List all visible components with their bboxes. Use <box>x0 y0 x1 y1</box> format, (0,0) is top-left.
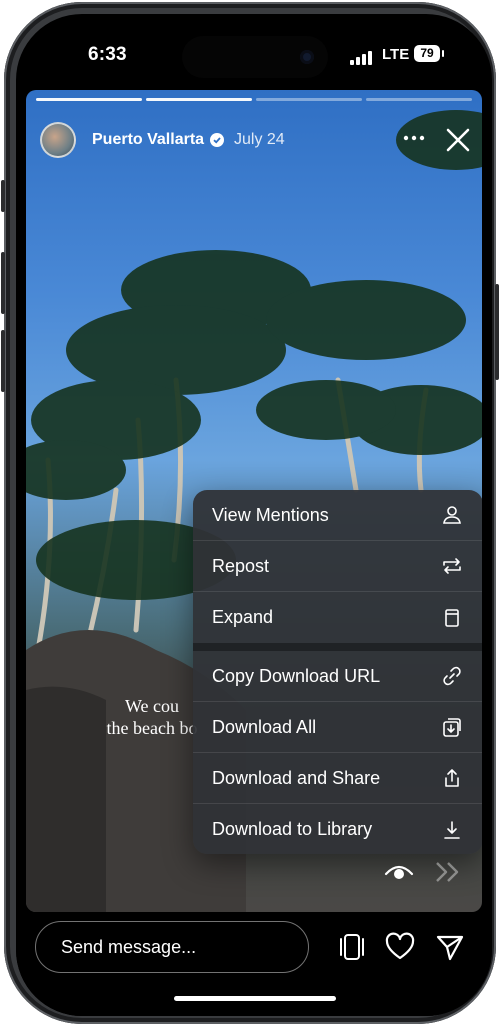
person-icon <box>443 506 461 524</box>
camera <box>300 50 314 64</box>
menu-item-label: Copy Download URL <box>212 665 381 686</box>
network-label: LTE <box>382 46 410 63</box>
status-time: 6:33 <box>88 44 127 65</box>
menu-item-label: Expand <box>212 607 274 627</box>
menu-item-download-to-library[interactable]: Download to Library <box>193 804 482 854</box>
close-icon[interactable] <box>444 126 472 154</box>
story-progress <box>36 98 472 101</box>
menu-item-repost[interactable]: Repost <box>193 541 482 592</box>
story-date: July 24 <box>234 131 285 148</box>
menu-item-download-all[interactable]: Download All <box>193 702 482 753</box>
download-all-icon <box>443 718 461 737</box>
bottom-bar: Send message... <box>16 912 492 1016</box>
cards-icon[interactable] <box>336 931 368 963</box>
more-options-icon[interactable] <box>400 126 428 150</box>
menu-item-download-and-share[interactable]: Download and Share <box>193 753 482 804</box>
menu-item-label: Download All <box>212 716 317 737</box>
volume-up-button <box>1 252 5 314</box>
expand-icon <box>445 608 459 627</box>
menu-item-expand[interactable]: Expand <box>193 592 482 643</box>
menu-item-view-mentions[interactable]: View Mentions <box>193 490 482 541</box>
action-button <box>1 180 5 212</box>
account-name[interactable]: Puerto Vallarta <box>92 131 204 149</box>
story-viewer[interactable]: Puerto Vallarta July 24 We cou the beach… <box>26 90 482 912</box>
share-icon <box>445 769 459 787</box>
menu-item-label: View Mentions <box>212 504 329 525</box>
message-input[interactable]: Send message... <box>35 921 309 973</box>
menu-item-label: Repost <box>212 555 270 576</box>
menu-item-copy-download-url[interactable]: Copy Download URL <box>193 651 482 702</box>
verified-badge-icon <box>210 133 224 147</box>
heart-icon[interactable] <box>384 931 416 963</box>
power-button <box>495 284 499 380</box>
eye-icon[interactable] <box>384 860 414 884</box>
menu-separator <box>193 643 482 651</box>
signal-icon <box>350 51 372 65</box>
screen: 6:33 LTE 79 Puerto Vallarta July 24 We c… <box>16 14 492 1016</box>
send-icon[interactable] <box>434 931 466 963</box>
fast-forward-icon[interactable] <box>434 860 466 884</box>
dynamic-island <box>182 36 328 78</box>
download-icon <box>444 820 460 839</box>
phone-frame: 6:33 LTE 79 Puerto Vallarta July 24 We c… <box>1 2 499 1024</box>
volume-down-button <box>1 330 5 392</box>
repost-icon <box>443 558 461 574</box>
link-icon <box>443 666 461 686</box>
home-indicator[interactable] <box>174 996 336 1001</box>
avatar[interactable] <box>40 122 76 158</box>
menu-item-label: Download and Share <box>212 767 381 788</box>
menu-item-label: Download to Library <box>212 819 373 839</box>
status-bar: 6:33 LTE 79 <box>16 14 492 94</box>
battery-icon: 79 <box>414 45 444 62</box>
context-menu: View Mentions Repost Expand Copy Downloa… <box>193 490 482 854</box>
